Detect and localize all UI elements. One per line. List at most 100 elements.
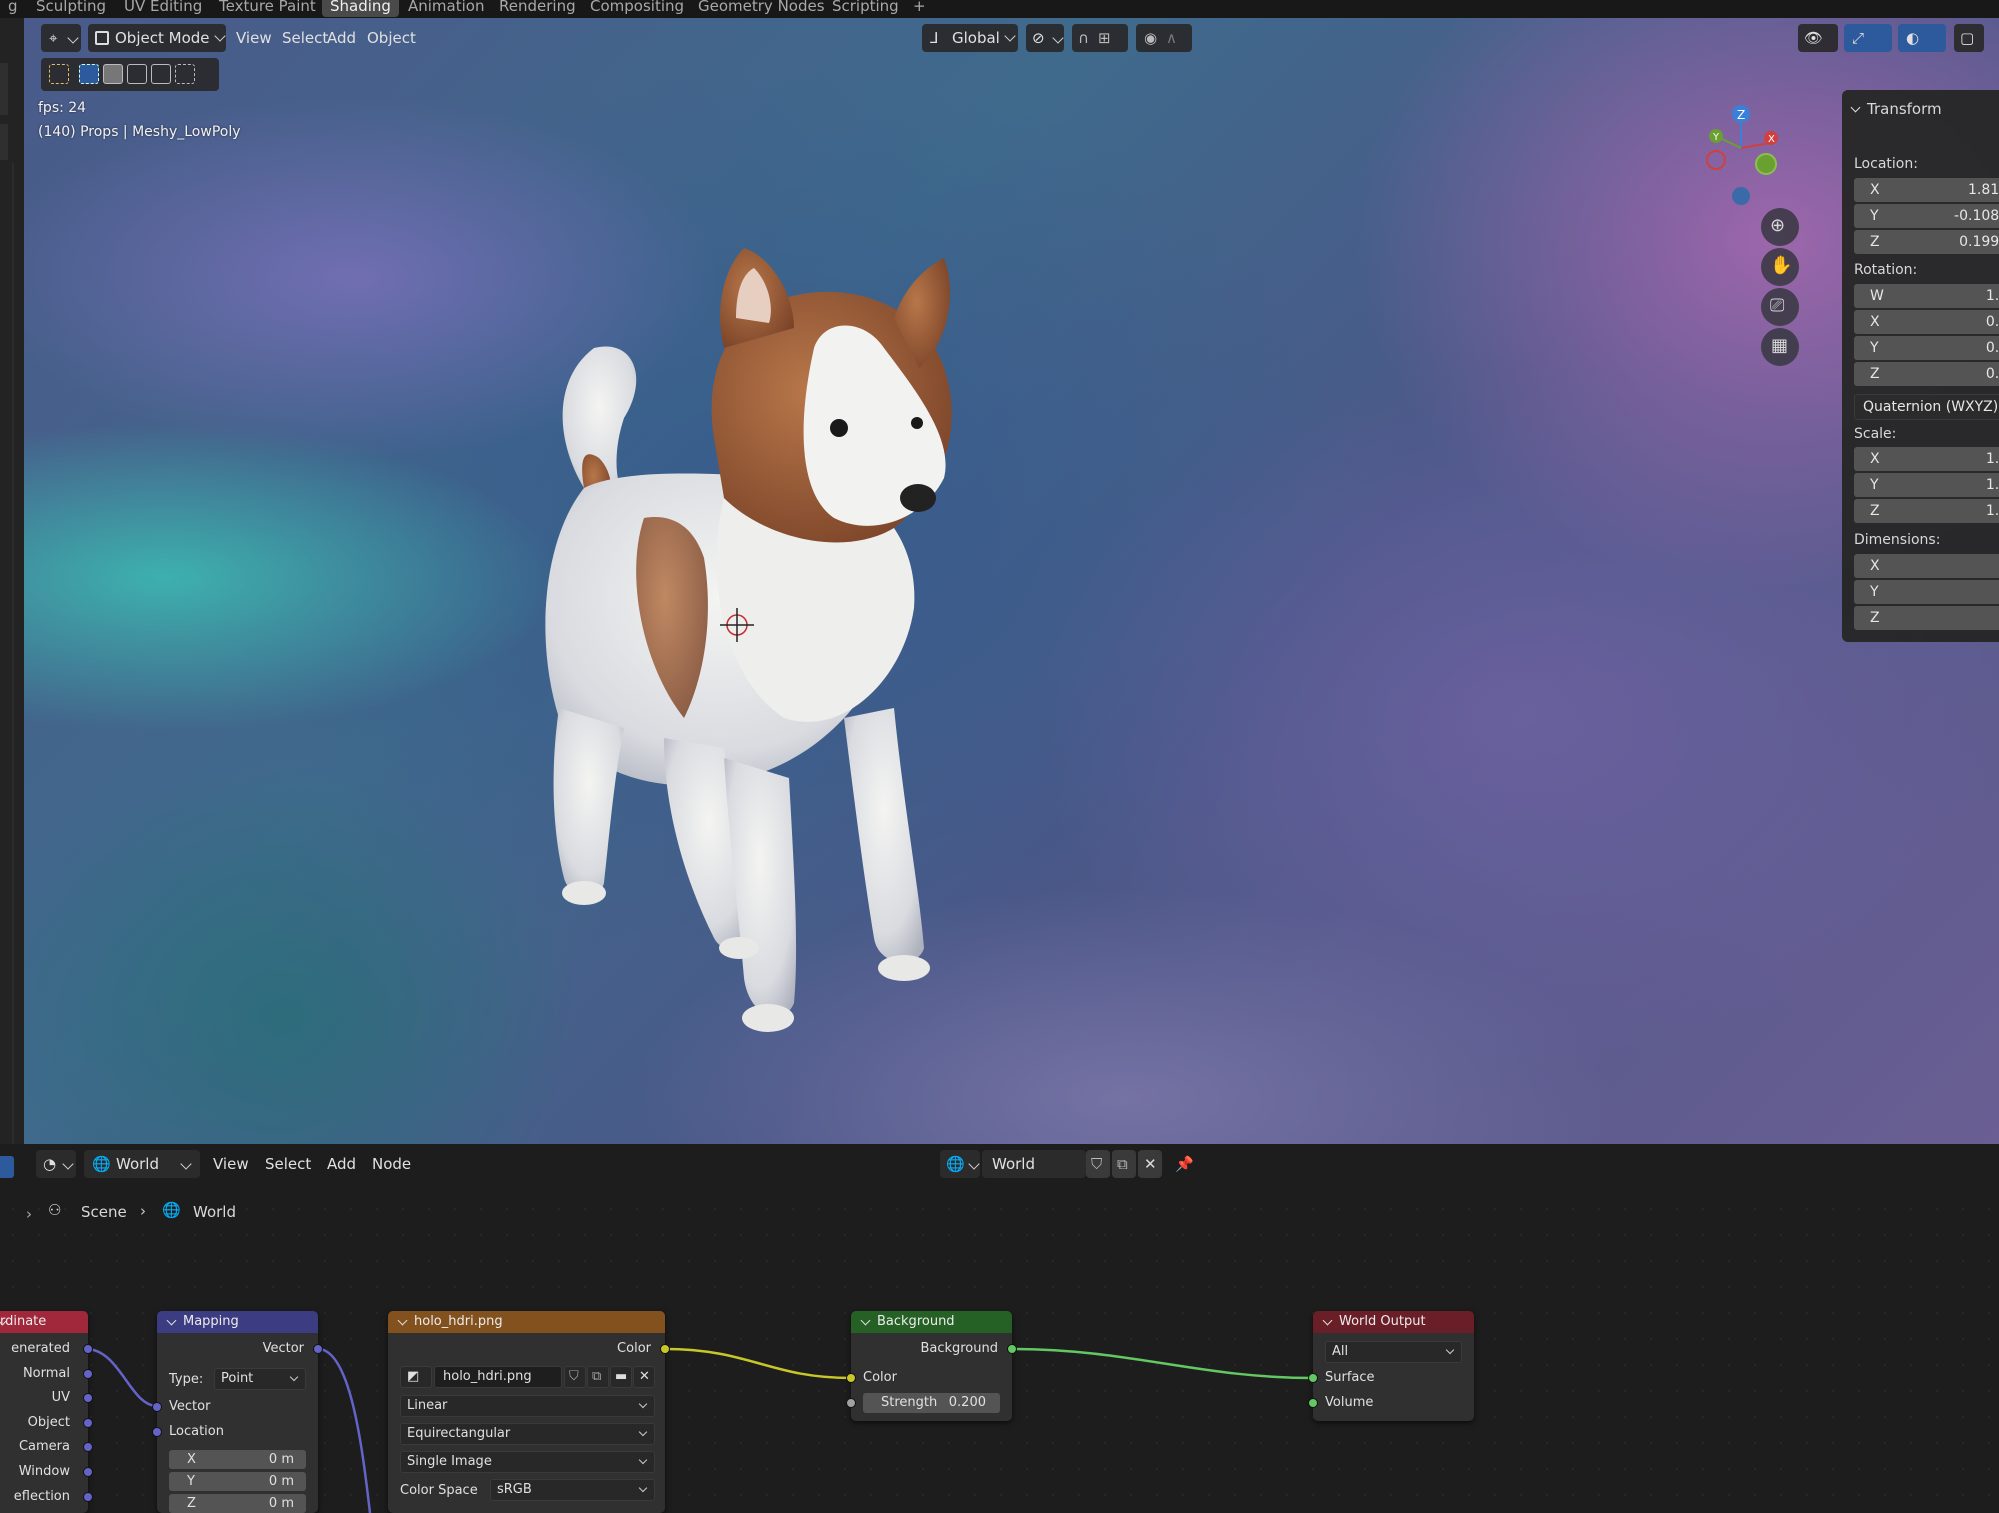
rotation-x-field[interactable]: X 0.00 <box>1854 310 1999 334</box>
workspace-tab-sculpting[interactable]: Sculpting <box>28 0 114 17</box>
mapping-vector-input-socket[interactable] <box>152 1402 162 1412</box>
location-y-field[interactable]: Y -0.10849 <box>1854 204 1999 228</box>
select-new-icon[interactable] <box>79 64 99 84</box>
rotation-w-field[interactable]: W 1.00 <box>1854 284 1999 308</box>
background-color-input-socket[interactable] <box>846 1373 856 1383</box>
select-extend-icon[interactable] <box>103 64 123 84</box>
camera-view-button[interactable]: ⎚ <box>1761 288 1799 326</box>
scale-z-field[interactable]: Z 1.00 <box>1854 499 1999 523</box>
interpolation-dropdown[interactable]: Linear <box>400 1395 655 1417</box>
image-unlink-button[interactable]: ✕ <box>633 1366 655 1388</box>
projection-dropdown[interactable]: Equirectangular <box>400 1423 655 1445</box>
viewport-menu-object[interactable]: Object <box>367 24 416 52</box>
world-output-node[interactable]: World Output All Surface Volume <box>1308 1311 1474 1421</box>
overlay-toggle[interactable]: ◐ <box>1898 24 1946 52</box>
image-duplicate-button[interactable]: ⧉ <box>587 1366 609 1388</box>
mapping-location-z-field[interactable]: Z 0 m <box>169 1494 306 1513</box>
rotation-mode-dropdown[interactable]: Quaternion (WXYZ) <box>1854 394 1999 420</box>
transform-panel-header[interactable]: Transform <box>1850 100 1942 118</box>
world-output-node-header[interactable]: World Output <box>1313 1311 1474 1333</box>
add-workspace-icon[interactable]: + <box>905 0 934 17</box>
workspace-tab-texture-paint[interactable]: Texture Paint <box>211 0 324 17</box>
background-node-header[interactable]: Background <box>851 1311 1012 1333</box>
xray-toggle[interactable]: ▢ <box>1954 24 1984 52</box>
viewport-menu-add[interactable]: Add <box>327 24 356 52</box>
mapping-location-input-socket[interactable] <box>152 1427 162 1437</box>
scale-x-field[interactable]: X 1.00 <box>1854 447 1999 471</box>
location-x-field[interactable]: X 1.8158 <box>1854 178 1999 202</box>
gizmo-toggle[interactable]: ⤢ <box>1844 24 1892 52</box>
mapping-type-dropdown[interactable]: Point <box>214 1368 306 1390</box>
workspace-tab-geometry-nodes[interactable]: Geometry Nodes <box>690 0 833 17</box>
texcoord-output-socket[interactable] <box>83 1467 93 1477</box>
select-difference-icon[interactable] <box>151 64 171 84</box>
dimensions-z-field[interactable]: Z <box>1854 606 1999 630</box>
workspace-tab-rendering[interactable]: Rendering <box>491 0 584 17</box>
texcoord-output-socket[interactable] <box>83 1368 93 1379</box>
toolbar-tab[interactable] <box>0 124 8 160</box>
navigation-gizmo[interactable]: Z Y X <box>1696 98 1786 208</box>
mapping-vector-output-socket[interactable] <box>313 1344 323 1354</box>
strength-field[interactable]: Strength 0.200 <box>863 1393 1000 1413</box>
image-name-field[interactable]: holo_hdri.png <box>434 1366 562 1388</box>
output-target-dropdown[interactable]: All <box>1325 1341 1462 1363</box>
background-output-socket[interactable] <box>1007 1344 1017 1354</box>
rotation-y-field[interactable]: Y 0.00 <box>1854 336 1999 360</box>
texcoord-output-socket[interactable] <box>83 1491 93 1502</box>
texture-coordinate-node[interactable]: rdinate enerated Normal UV Object Camera Wind… <box>0 1311 93 1513</box>
texture-coordinate-node-header[interactable]: rdinate <box>0 1311 88 1333</box>
texcoord-output-socket[interactable] <box>83 1344 93 1354</box>
snap-toggle[interactable]: ∩ ⊞ <box>1072 24 1128 52</box>
workspace-tab-g[interactable]: g <box>0 0 26 17</box>
viewport-menu-view[interactable]: View <box>236 24 272 52</box>
toolbar-tab[interactable] <box>0 63 8 115</box>
image-browse-button[interactable]: ◩ <box>400 1366 432 1388</box>
mapping-node-header[interactable]: Mapping <box>157 1311 318 1333</box>
colorspace-dropdown[interactable]: sRGB <box>490 1479 655 1501</box>
select-subtract-icon[interactable] <box>127 64 147 84</box>
workspace-tab-compositing[interactable]: Compositing <box>582 0 692 17</box>
location-z-field[interactable]: Z 0.19961 <box>1854 230 1999 254</box>
background-strength-input-socket[interactable] <box>846 1398 856 1408</box>
source-dropdown[interactable]: Single Image <box>400 1451 655 1473</box>
mapping-node[interactable]: Mapping Vector Type: Point Vector Locati… <box>152 1311 323 1513</box>
workspace-tab-scripting[interactable]: Scripting <box>824 0 907 17</box>
proportional-edit-toggle[interactable]: ◉ ∧ <box>1136 24 1192 52</box>
texcoord-output-label: eflection <box>13 1488 70 1504</box>
editor-type-button[interactable]: ⌖ <box>41 24 81 52</box>
mapping-location-x-field[interactable]: X 0 m <box>169 1450 306 1469</box>
mode-dropdown[interactable]: Object Mode <box>88 24 226 52</box>
pivot-point-dropdown[interactable]: ⊘ <box>1026 24 1064 52</box>
image-texture-node-header[interactable]: holo_hdri.png <box>388 1311 665 1333</box>
background-node[interactable]: Background Background Color Strength 0.2… <box>846 1311 1017 1421</box>
volume-input-socket[interactable] <box>1308 1398 1318 1408</box>
surface-input-socket[interactable] <box>1308 1373 1318 1383</box>
shader-node-editor[interactable]: ◔ 🌐 World View Select Add Node 🌐 World ⛉ ⧉ … <box>0 1144 1999 1513</box>
select-tweak-icon[interactable] <box>49 64 69 84</box>
pan-view-button[interactable]: ✋ <box>1761 248 1799 286</box>
workspace-tab-shading[interactable]: Shading <box>322 0 399 17</box>
rotation-z-field[interactable]: Z 0.00 <box>1854 362 1999 386</box>
scale-axis-label: Y <box>1870 477 1879 493</box>
interpolation-value: Linear <box>407 1398 448 1413</box>
workspace-tab-uv-editing[interactable]: UV Editing <box>116 0 210 17</box>
image-open-button[interactable]: ▬ <box>610 1366 632 1388</box>
dimensions-y-field[interactable]: Y <box>1854 580 1999 604</box>
scale-y-field[interactable]: Y 1.00 <box>1854 473 1999 497</box>
transform-orientation-dropdown[interactable]: ⅃ Global <box>922 24 1018 52</box>
select-intersect-icon[interactable] <box>175 64 195 84</box>
visibility-dropdown[interactable]: 👁 <box>1798 24 1838 52</box>
image-fake-user-button[interactable]: ⛉ <box>564 1366 586 1388</box>
background-output-label: Background <box>920 1341 998 1356</box>
mapping-location-y-field[interactable]: Y 0 m <box>169 1472 306 1491</box>
viewport-menu-select[interactable]: Select <box>282 24 328 52</box>
perspective-toggle-button[interactable]: ▦ <box>1761 328 1799 366</box>
workspace-tab-animation[interactable]: Animation <box>400 0 492 17</box>
texcoord-output-socket[interactable] <box>83 1417 93 1428</box>
dimensions-x-field[interactable]: X <box>1854 554 1999 578</box>
3d-viewport[interactable]: ⌖ Object Mode View Select Add Object ⅃ Glob… <box>24 18 1999 1144</box>
image-color-output-socket[interactable] <box>660 1344 670 1354</box>
image-texture-node[interactable]: holo_hdri.png Color ◩ holo_hdri.png ⛉ ⧉ … <box>388 1311 670 1513</box>
pivot-icon: ⊘ <box>1032 29 1045 47</box>
zoom-view-button[interactable]: ⊕ <box>1761 208 1799 246</box>
